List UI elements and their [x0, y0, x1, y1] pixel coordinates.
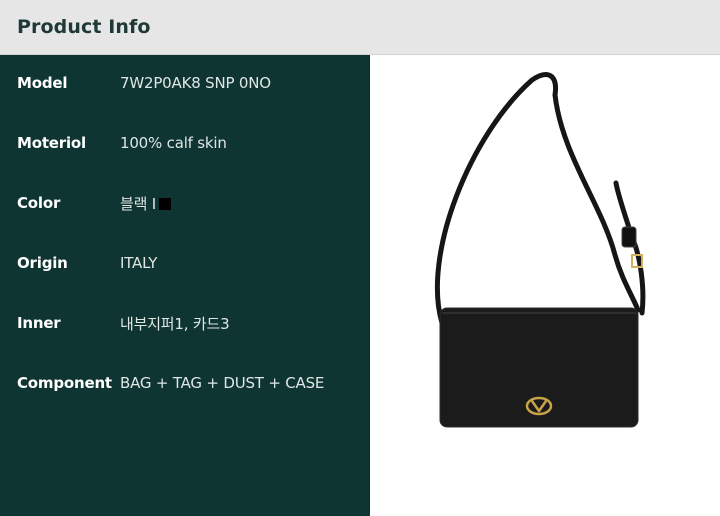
- spec-value-origin: ITALY: [120, 254, 158, 272]
- strap-buckle: [621, 226, 637, 248]
- spec-label-model: Model: [17, 74, 68, 92]
- spec-label-material: Moteriol: [17, 134, 86, 152]
- spec-panel: Model 7W2P0AK8 SNP 0NO Moteriol 100% cal…: [0, 55, 370, 516]
- spec-label-color: Color: [17, 194, 61, 212]
- spec-row-material: Moteriol 100% calf skin: [0, 131, 370, 155]
- spec-value-component: BAG + TAG + DUST + CASE: [120, 374, 325, 392]
- spec-row-model: Model 7W2P0AK8 SNP 0NO: [0, 71, 370, 95]
- bag-strap: [434, 72, 641, 326]
- spec-value-inner: 내부지퍼1, 카드3: [120, 314, 230, 333]
- header-bar: Product Info: [0, 0, 720, 55]
- shoulder-bag-image: [434, 72, 646, 428]
- spec-label-origin: Origin: [17, 254, 68, 272]
- color-swatch: [159, 197, 171, 210]
- spec-value-model: 7W2P0AK8 SNP 0NO: [120, 74, 271, 92]
- spec-row-origin: Origin ITALY: [0, 251, 370, 275]
- spec-label-inner: Inner: [17, 314, 61, 332]
- spec-row-component: Component BAG + TAG + DUST + CASE: [0, 371, 370, 395]
- spec-value-color: 블랙 I: [120, 193, 171, 214]
- spec-row-inner: Inner 내부지퍼1, 카드3: [0, 311, 370, 335]
- spec-label-component: Component: [17, 374, 112, 392]
- page-title: Product Info: [17, 16, 151, 38]
- product-image-area: [370, 55, 720, 516]
- spec-value-material: 100% calf skin: [120, 134, 227, 152]
- color-name: 블랙 I: [120, 194, 156, 213]
- spec-row-color: Color 블랙 I: [0, 191, 370, 215]
